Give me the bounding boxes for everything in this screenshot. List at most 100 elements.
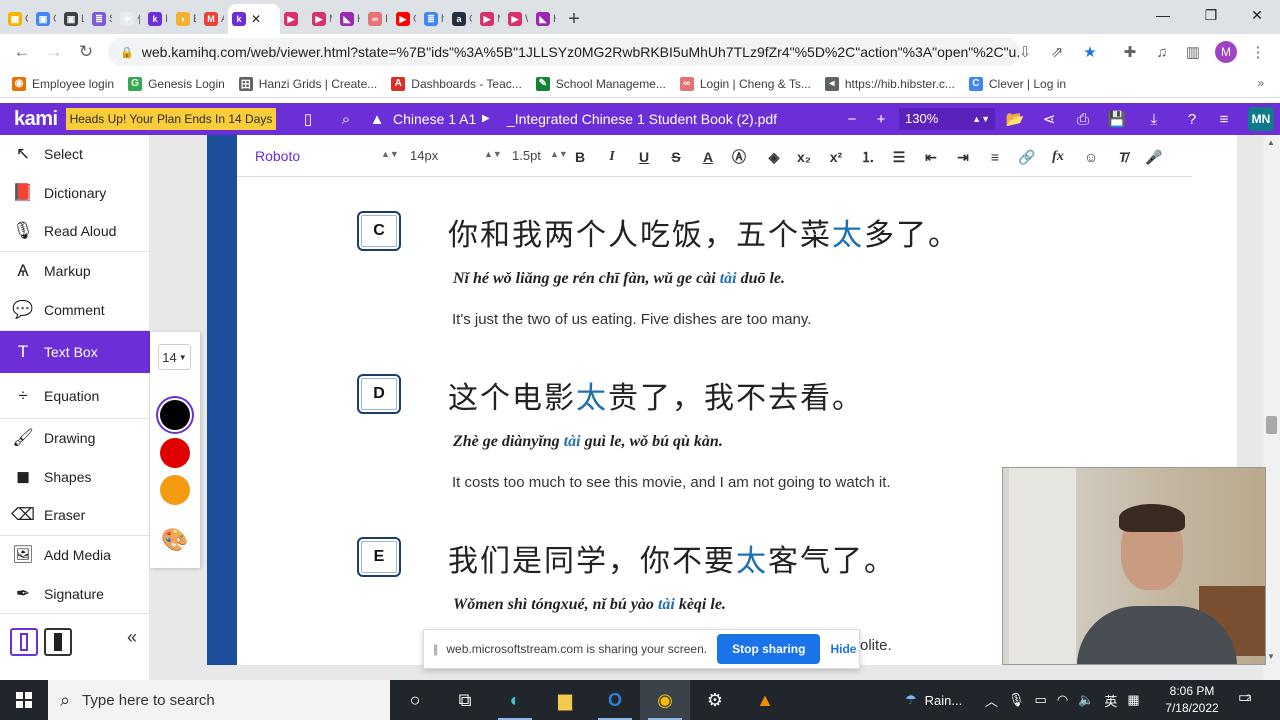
address-bar[interactable]: 🔒 web.kamihq.com/web/viewer.html?state=%…: [108, 38, 1020, 66]
bookmark-item[interactable]: ◂ https://hib.hibster.c...: [824, 76, 955, 91]
start-button[interactable]: [0, 680, 48, 720]
bookmark-item[interactable]: ∞ Login | Cheng & Ts...: [679, 76, 811, 91]
browser-tab[interactable]: ▶Mi: [308, 4, 336, 34]
tool-signature[interactable]: ✒ Signature: [0, 575, 150, 613]
tool-dictionary[interactable]: 📕 Dictionary: [0, 174, 150, 212]
taskbar-search[interactable]: ⌕ Type here to search: [48, 680, 390, 720]
strikethrough-icon[interactable]: S: [666, 147, 686, 167]
browser-tab[interactable]: ▣Cl: [32, 4, 60, 34]
underline-icon[interactable]: U: [634, 147, 654, 167]
zoom-select[interactable]: 130% ▲▼: [899, 108, 995, 130]
edge-app-icon[interactable]: ◐: [490, 680, 540, 720]
browser-tab[interactable]: ≣ho: [420, 4, 448, 34]
bookmark-item[interactable]: C Clever | Log in: [968, 76, 1066, 91]
line-height-select[interactable]: 1.5pt: [512, 148, 541, 163]
tool-text-box[interactable]: T Text Box: [0, 331, 150, 373]
help-icon[interactable]: ?: [1182, 109, 1202, 129]
microphone-tray-icon[interactable]: 🎙: [1008, 692, 1025, 708]
outlook-app-icon[interactable]: O: [590, 680, 640, 720]
browser-tab[interactable]: ✦亿: [116, 4, 144, 34]
volume-icon[interactable]: 🔈: [1078, 692, 1094, 708]
tool-drawing[interactable]: 🖌 Drawing: [0, 419, 150, 457]
settings-gear-icon[interactable]: ⚙: [690, 680, 740, 720]
browser-tab[interactable]: ▶: [280, 4, 308, 34]
superscript-icon[interactable]: x²: [826, 147, 846, 167]
browser-tab[interactable]: ▣Le: [60, 4, 88, 34]
taskbar-clock[interactable]: 8:06 PM 7/18/2022: [1162, 683, 1222, 717]
fill-bucket-icon[interactable]: ◈: [764, 147, 784, 167]
scroll-down-icon[interactable]: ▼: [1267, 652, 1275, 661]
save-icon[interactable]: 💾: [1107, 109, 1127, 129]
ime-indicator[interactable]: 英: [1104, 691, 1117, 710]
browser-tab[interactable]: ◣Ho: [532, 4, 560, 34]
forward-button[interactable]: →: [38, 36, 70, 68]
media-control-icon[interactable]: ♫: [1152, 42, 1172, 62]
extensions-puzzle-icon[interactable]: ✚: [1120, 42, 1140, 62]
back-button[interactable]: ←: [6, 36, 38, 68]
collapse-sidebar-icon[interactable]: «: [127, 627, 137, 648]
browser-tab[interactable]: ◗Ed: [172, 4, 200, 34]
weather-widget[interactable]: ☂ Rain...: [905, 680, 962, 720]
browser-tab[interactable]: MAll: [200, 4, 228, 34]
share-icon[interactable]: ⋖: [1039, 109, 1059, 129]
custom-color-palette-icon[interactable]: 🎨: [161, 527, 188, 553]
font-size-select[interactable]: 14px: [410, 148, 438, 163]
battery-icon[interactable]: ▭: [1035, 692, 1047, 708]
tool-shapes[interactable]: ◼ Shapes: [0, 458, 150, 496]
text-color-icon[interactable]: A: [698, 147, 718, 167]
user-avatar[interactable]: MN: [1248, 107, 1274, 131]
color-swatch-orange[interactable]: [160, 475, 190, 505]
close-tab-icon[interactable]: ✕: [251, 12, 261, 26]
restore-window-button[interactable]: ❐: [1188, 0, 1234, 30]
download-icon[interactable]: ⤓: [1144, 109, 1164, 129]
scroll-thumb[interactable]: [1266, 416, 1277, 434]
browser-tab[interactable]: ▶Ch: [392, 4, 420, 34]
bold-icon[interactable]: B: [570, 147, 590, 167]
browser-tab[interactable]: ◣Ho: [336, 4, 364, 34]
task-view-icon[interactable]: ⧉: [440, 680, 490, 720]
bullet-list-icon[interactable]: ☰: [889, 147, 909, 167]
bookmark-item[interactable]: 田 Hanzi Grids | Create...: [238, 76, 377, 91]
color-swatch-black[interactable]: [160, 400, 190, 430]
font-size-picker[interactable]: 14 ▼: [158, 344, 191, 370]
tool-markup[interactable]: Ѧ Markup: [0, 252, 150, 290]
bookmarks-overflow-icon[interactable]: »: [1257, 76, 1264, 90]
browser-tab[interactable]: ▦Cl: [4, 4, 32, 34]
drag-handle-icon[interactable]: |||: [433, 642, 439, 656]
scroll-up-icon[interactable]: ▲: [1267, 138, 1275, 147]
browser-tab[interactable]: ▶Mi: [476, 4, 504, 34]
browser-tab[interactable]: kInt: [144, 4, 172, 34]
tool-select[interactable]: ↖ Select: [0, 135, 150, 173]
bookmark-item[interactable]: G Genesis Login: [128, 76, 225, 91]
outdent-icon[interactable]: ⇤: [921, 147, 941, 167]
dual-page-view-button[interactable]: [44, 628, 72, 656]
vlc-app-icon[interactable]: ▲: [740, 680, 790, 720]
single-page-view-button[interactable]: [10, 628, 38, 656]
hamburger-menu-icon[interactable]: ≡: [1214, 109, 1234, 129]
share-page-icon[interactable]: ⇗: [1047, 42, 1067, 62]
tray-overflow-icon[interactable]: ︿: [985, 691, 998, 710]
open-folder-icon[interactable]: 📂: [1005, 109, 1025, 129]
tool-read-aloud[interactable]: 🎙 Read Aloud: [0, 212, 150, 250]
italic-icon[interactable]: I: [602, 147, 622, 167]
side-panel-icon[interactable]: ▥: [1183, 42, 1203, 62]
indent-icon[interactable]: ⇥: [953, 147, 973, 167]
bookmark-item[interactable]: ✎ School Manageme...: [535, 76, 666, 91]
clear-format-icon[interactable]: T̸: [1113, 147, 1133, 167]
formula-icon[interactable]: fx: [1048, 147, 1068, 167]
emoji-icon[interactable]: ☺: [1081, 147, 1101, 167]
browser-menu-icon[interactable]: ⋮: [1248, 42, 1268, 62]
subscript-icon[interactable]: x₂: [794, 147, 814, 167]
bookmark-item[interactable]: A Dashboards - Teac...: [391, 76, 522, 91]
reload-button[interactable]: ↻: [70, 36, 102, 68]
hide-sharing-bar-button[interactable]: Hide: [830, 642, 856, 656]
sidebar-toggle-icon[interactable]: ▯: [298, 109, 318, 129]
profile-avatar[interactable]: M: [1215, 41, 1237, 63]
color-swatch-red[interactable]: [160, 438, 190, 468]
browser-tab[interactable]: k ✕: [228, 4, 280, 34]
dictation-mic-icon[interactable]: 🎤: [1144, 147, 1164, 167]
minimize-window-button[interactable]: —: [1140, 0, 1186, 30]
wifi-icon[interactable]: ◠: [1057, 692, 1068, 708]
document-file-name[interactable]: _Integrated Chinese 1 Student Book (2).p…: [507, 111, 777, 127]
stop-sharing-button[interactable]: Stop sharing: [717, 634, 821, 664]
